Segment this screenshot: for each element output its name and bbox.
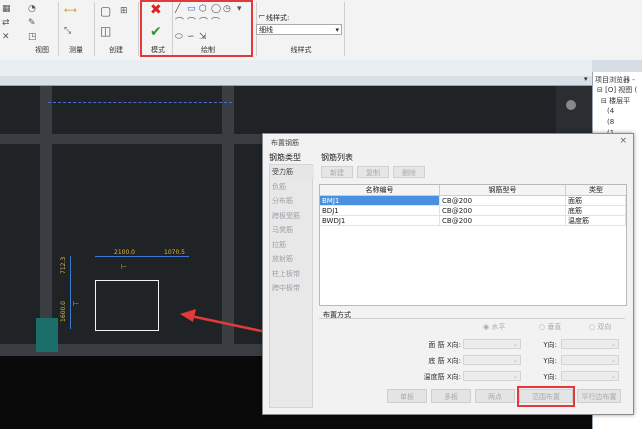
radio-bidirectional[interactable]: ○ 双向 bbox=[589, 322, 611, 332]
measure-icon[interactable]: ⟷ bbox=[64, 6, 77, 16]
component-icon[interactable]: ▢ bbox=[100, 5, 111, 17]
dropdown-icon[interactable]: ▾ bbox=[584, 75, 588, 83]
multi-board-button[interactable]: 多板 bbox=[431, 389, 471, 403]
line-style-value: 细线 bbox=[259, 26, 273, 34]
category-item[interactable]: 马凳筋 bbox=[270, 224, 314, 236]
col-model[interactable]: 钢筋型号 bbox=[440, 185, 566, 196]
group-create-label: 创建 bbox=[109, 46, 123, 54]
select-arrow-icon: ▾ bbox=[335, 26, 339, 34]
light-icon[interactable]: ✎ bbox=[28, 18, 36, 28]
table-cell-type[interactable]: 温度筋 bbox=[566, 216, 626, 226]
parallel-edge-layout-button[interactable]: 平行边布置 bbox=[577, 389, 621, 403]
category-item[interactable]: 跨板受筋 bbox=[270, 210, 314, 222]
category-item[interactable]: 负筋 bbox=[270, 181, 314, 193]
browser-title: 项目浏览器 - bbox=[595, 76, 635, 84]
col-name[interactable]: 名称编号 bbox=[320, 185, 440, 196]
hide-icon[interactable]: ⇄ bbox=[2, 18, 10, 28]
table-cell-type[interactable]: 底筋 bbox=[566, 206, 626, 216]
field-combo-x[interactable]: ⌄ bbox=[463, 355, 521, 365]
browser-item[interactable]: ⊟ [O] 视图 ( bbox=[597, 85, 637, 95]
new-button[interactable]: 新建 bbox=[321, 166, 353, 178]
close-icon[interactable]: × bbox=[619, 136, 627, 146]
two-point-button[interactable]: 两点 bbox=[475, 389, 515, 403]
ribbon: ▦ ⇄ ✕ ◔ ✎ ◳ 视图 ⟷ ⤡ 测量 ▢ ◫ ⊞ 创建 ✖ ✔ 模式 ╱ … bbox=[0, 0, 592, 61]
col-type[interactable]: 类型 bbox=[566, 185, 626, 196]
visibility-icon[interactable]: ◔ bbox=[28, 4, 36, 14]
category-item[interactable]: 柱上板带 bbox=[270, 268, 314, 280]
divider bbox=[319, 318, 625, 319]
category-item[interactable]: 放射筋 bbox=[270, 253, 314, 265]
group-create-icon[interactable]: ⊞ bbox=[120, 6, 128, 16]
highlight-range-layout bbox=[517, 386, 575, 407]
category-item[interactable]: 拉筋 bbox=[270, 239, 314, 251]
group-view-label: 视图 bbox=[35, 46, 49, 54]
radio-horizontal[interactable]: ◉ 水平 bbox=[483, 322, 505, 332]
table-cell-name[interactable]: BDJ1 bbox=[320, 206, 440, 216]
table-cell-model[interactable]: CB@200 bbox=[440, 206, 566, 216]
category-item[interactable]: 分布筋 bbox=[270, 195, 314, 207]
radio-vertical[interactable]: ○ 垂直 bbox=[539, 322, 561, 332]
delete-icon[interactable]: ✕ bbox=[2, 32, 10, 42]
category-list: 受力筋负筋分布筋跨板受筋马凳筋拉筋放射筋柱上板带跨中板带 bbox=[269, 164, 314, 408]
field-label-y: Y向: bbox=[543, 373, 557, 381]
browser-item[interactable]: (4 bbox=[607, 107, 614, 115]
field-label-x: 底 筋 X向: bbox=[428, 357, 461, 365]
table-cell-model[interactable]: CB@200 bbox=[440, 196, 566, 206]
dimension-icon[interactable]: ⤡ bbox=[64, 26, 71, 36]
line-style-icon: ⌐ bbox=[258, 12, 266, 22]
line-style-label: 线样式: bbox=[266, 14, 290, 22]
view-control-bar: ▾ bbox=[0, 75, 592, 86]
delete-button[interactable]: 删除 bbox=[393, 166, 425, 178]
group-measure-label: 测量 bbox=[69, 46, 83, 54]
render-icon[interactable]: ◳ bbox=[28, 32, 37, 42]
field-combo-y[interactable]: ⌄ bbox=[561, 355, 619, 365]
rebar-list-header: 钢筋列表 bbox=[321, 153, 353, 162]
field-label-y: Y向: bbox=[543, 341, 557, 349]
category-item[interactable]: 跨中板带 bbox=[270, 282, 314, 294]
field-label-x: 面 筋 X向: bbox=[428, 341, 461, 349]
rebar-dialog[interactable]: 布置钢筋 × 钢筋类型 受力筋负筋分布筋跨板受筋马凳筋拉筋放射筋柱上板带跨中板带… bbox=[262, 133, 634, 415]
table-cell-name[interactable]: BWDJ1 bbox=[320, 216, 440, 226]
table-cell-name[interactable]: BMJ1 bbox=[320, 196, 440, 206]
field-combo-y[interactable]: ⌄ bbox=[561, 339, 619, 349]
highlight-draw-box bbox=[140, 0, 253, 57]
rebar-type-panel: 钢筋类型 受力筋负筋分布筋跨板受筋马凳筋拉筋放射筋柱上板带跨中板带 bbox=[269, 152, 314, 408]
view-icon[interactable]: ▦ bbox=[2, 4, 11, 14]
dialog-title: 布置钢筋 bbox=[271, 139, 299, 147]
table-cell-model[interactable]: CB@200 bbox=[440, 216, 566, 226]
table-cell-type[interactable]: 面筋 bbox=[566, 196, 626, 206]
field-combo-y[interactable]: ⌄ bbox=[561, 371, 619, 381]
ribbon-right bbox=[592, 0, 642, 60]
ribbon-footer bbox=[0, 60, 592, 77]
line-style-select[interactable]: 细线 ▾ bbox=[256, 24, 342, 35]
group-linestyle-label: 线样式 bbox=[290, 46, 312, 54]
field-combo-x[interactable]: ⌄ bbox=[463, 339, 521, 349]
rebar-type-header: 钢筋类型 bbox=[269, 153, 301, 162]
model-icon[interactable]: ◫ bbox=[100, 25, 111, 37]
field-label-x: 温度筋 X向: bbox=[423, 373, 461, 381]
copy-button[interactable]: 复制 bbox=[357, 166, 389, 178]
rebar-table[interactable]: 名称编号 钢筋型号 类型 BMJ1 CB@200 面筋 BDJ1 CB@200 底筋 BWD… bbox=[319, 184, 627, 306]
browser-item[interactable]: (8 bbox=[607, 118, 614, 126]
single-board-button[interactable]: 单板 bbox=[387, 389, 427, 403]
browser-item[interactable]: ⊟ 楼层平 bbox=[601, 96, 630, 106]
field-label-y: Y向: bbox=[543, 357, 557, 365]
field-combo-x[interactable]: ⌄ bbox=[463, 371, 521, 381]
category-item[interactable]: 受力筋 bbox=[270, 166, 314, 178]
